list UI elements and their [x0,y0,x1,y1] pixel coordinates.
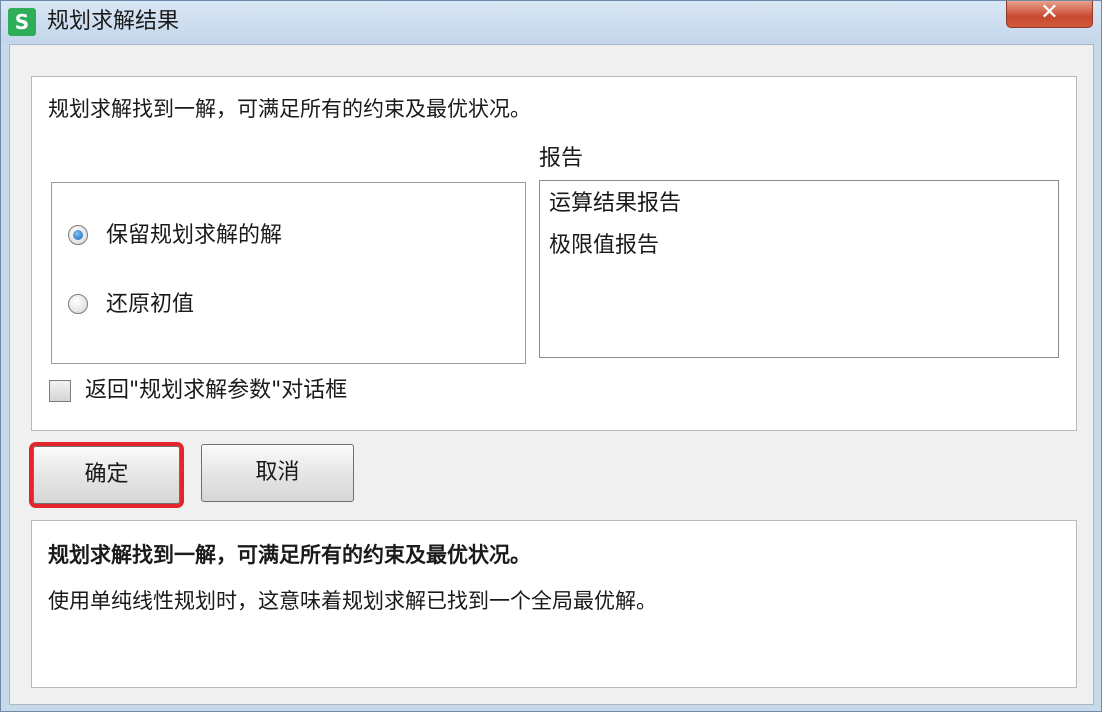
info-description: 使用单纯线性规划时，这意味着规划求解已找到一个全局最优解。 [48,589,657,613]
radio-button-checked[interactable] [68,225,88,245]
dialog-body: 规划求解找到一解，可满足所有的约束及最优状况。 保留规划求解的解 还原初值 报告… [9,44,1094,705]
return-checkbox-label: 返回"规划求解参数"对话框 [85,378,348,403]
solver-results-dialog: S 规划求解结果 ✕ 规划求解找到一解，可满足所有的约束及最优状况。 保留规划求… [0,0,1102,712]
ok-button[interactable]: 确定 [33,446,180,504]
option-label: 保留规划求解的解 [106,223,283,248]
reports-label: 报告 [539,146,584,171]
app-icon: S [8,8,36,36]
option-label: 还原初值 [106,292,195,317]
list-item-limits-report[interactable]: 极限值报告 [549,228,659,264]
info-panel: 规划求解找到一解，可满足所有的约束及最优状况。 使用单纯线性规划时，这意味着规划… [31,520,1077,688]
cancel-button[interactable]: 取消 [201,444,354,502]
result-panel: 规划求解找到一解，可满足所有的约束及最优状况。 保留规划求解的解 还原初值 报告… [31,76,1077,431]
result-message: 规划求解找到一解，可满足所有的约束及最优状况。 [48,97,531,121]
radio-button[interactable] [68,294,88,314]
list-item-answer-report[interactable]: 运算结果报告 [549,186,681,222]
close-button[interactable]: ✕ [1006,1,1093,28]
window-title: 规划求解结果 [47,9,180,34]
info-headline: 规划求解找到一解，可满足所有的约束及最优状况。 [48,543,531,567]
close-icon: ✕ [1040,0,1059,25]
title-bar: S 规划求解结果 ✕ [1,1,1101,43]
return-checkbox[interactable] [49,380,71,402]
reports-listbox[interactable]: 运算结果报告 极限值报告 [539,180,1059,358]
solution-options-group: 保留规划求解的解 还原初值 [51,182,526,364]
